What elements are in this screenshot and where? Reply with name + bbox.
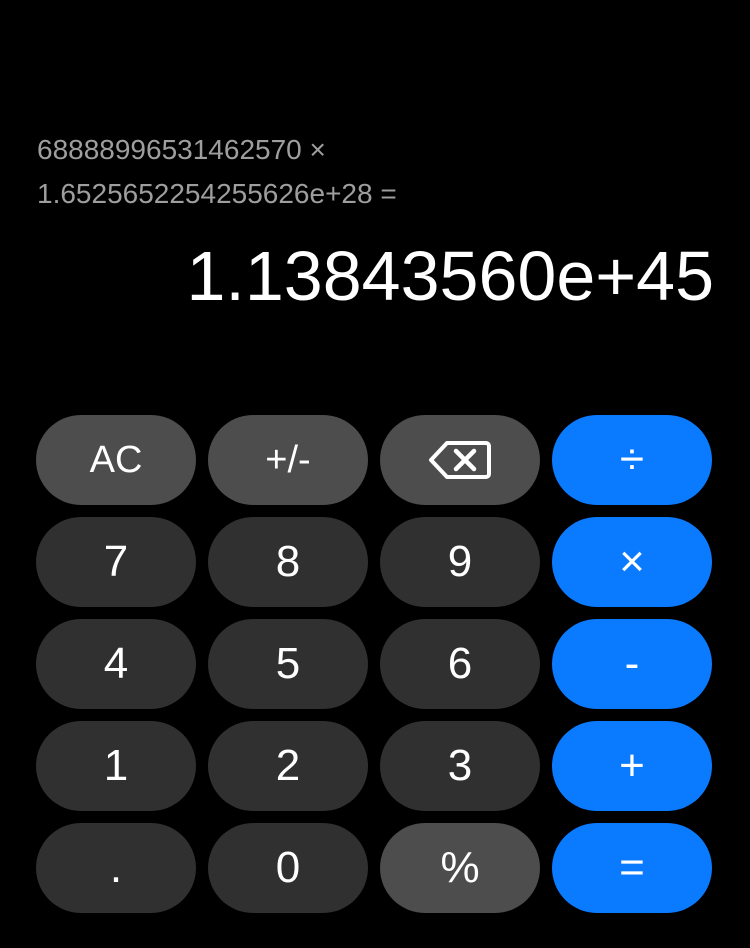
decimal-button[interactable]: . [36,823,196,913]
percent-button[interactable]: % [380,823,540,913]
negate-button[interactable]: +/- [208,415,368,505]
digit-1-button[interactable]: 1 [36,721,196,811]
keypad: AC +/- ÷ 7 8 9 × 4 5 6 - 1 2 3 + . 0 % = [36,415,714,913]
multiply-button[interactable]: × [552,517,712,607]
digit-6-button[interactable]: 6 [380,619,540,709]
history-line: 68888996531462570 × [37,134,326,165]
digit-8-button[interactable]: 8 [208,517,368,607]
backspace-button[interactable] [380,415,540,505]
digit-3-button[interactable]: 3 [380,721,540,811]
clear-button[interactable]: AC [36,415,196,505]
digit-0-button[interactable]: 0 [208,823,368,913]
digit-9-button[interactable]: 9 [380,517,540,607]
add-button[interactable]: + [552,721,712,811]
digit-4-button[interactable]: 4 [36,619,196,709]
equals-button[interactable]: = [552,823,712,913]
history-line: 1.6525652254255626e+28 = [37,178,397,209]
divide-button[interactable]: ÷ [552,415,712,505]
backspace-icon [429,441,491,479]
subtract-button[interactable]: - [552,619,712,709]
digit-2-button[interactable]: 2 [208,721,368,811]
digit-5-button[interactable]: 5 [208,619,368,709]
result-display: 1.13843560e+45 [186,237,715,315]
digit-7-button[interactable]: 7 [36,517,196,607]
